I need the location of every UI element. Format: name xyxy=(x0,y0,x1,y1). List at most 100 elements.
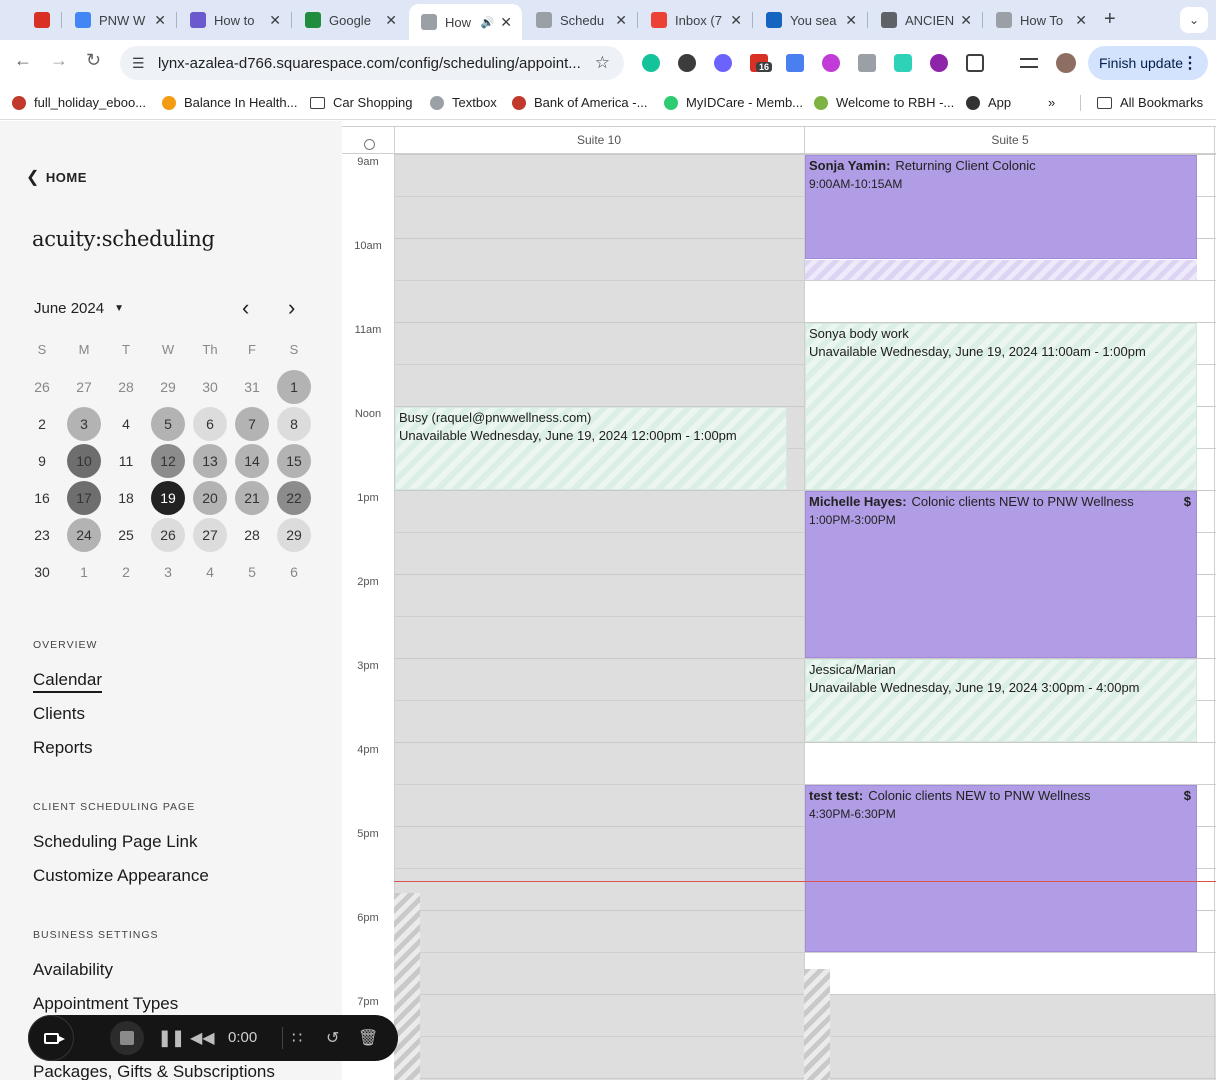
k-extension-icon[interactable] xyxy=(678,54,696,72)
rewind-icon[interactable]: ◀◀ xyxy=(190,1028,215,1048)
appointment-block[interactable]: Sonja Yamin: Returning Client Colonic 9:00… xyxy=(805,155,1197,259)
bookmark-star-icon[interactable]: ☆ xyxy=(595,53,610,73)
nav-availability[interactable]: Availability xyxy=(33,960,113,980)
back-icon[interactable]: ← xyxy=(14,50,32,71)
calendar-day[interactable]: 23 xyxy=(21,516,63,553)
browser-tab[interactable]: You sea ✕ xyxy=(754,6,867,34)
calendar-day[interactable]: 19 xyxy=(147,479,189,516)
home-link[interactable]: ❮ HOME xyxy=(26,167,87,187)
tab-close-icon[interactable]: ✕ xyxy=(1075,12,1087,29)
tab-close-icon[interactable]: ✕ xyxy=(730,12,742,29)
bookmark-item[interactable]: MyIDCare - Memb... xyxy=(664,95,803,110)
calendar-day[interactable]: 8 xyxy=(273,405,315,442)
bookmark-item[interactable]: Textbox xyxy=(430,95,497,110)
calendar-day[interactable]: 10 xyxy=(63,442,105,479)
flower-extension-icon[interactable] xyxy=(714,54,732,72)
stop-recording-button[interactable] xyxy=(110,1021,144,1055)
calendar-day[interactable]: 26 xyxy=(21,368,63,405)
more-vert-icon[interactable]: ⋮ xyxy=(1182,53,1198,73)
column-header-suite-10[interactable]: Suite 10 xyxy=(394,126,804,154)
forward-icon[interactable]: → xyxy=(50,50,68,71)
nav-customize-appearance[interactable]: Customize Appearance xyxy=(33,866,209,886)
site-settings-icon[interactable]: ☰ xyxy=(132,55,154,72)
calendar-day[interactable]: 5 xyxy=(231,553,273,590)
prev-month-icon[interactable]: ‹ xyxy=(242,295,249,321)
reload-icon[interactable]: ↻ xyxy=(86,50,101,71)
month-picker[interactable]: June 2024 ▼ xyxy=(34,300,124,317)
browser-tab[interactable]: How To ✕ xyxy=(984,6,1097,34)
calendar-day[interactable]: 22 xyxy=(273,479,315,516)
more-bookmarks-chevron-icon[interactable]: » xyxy=(1048,95,1055,110)
bookmark-item[interactable]: full_holiday_eboo... xyxy=(12,95,146,110)
calendar-day[interactable]: 30 xyxy=(189,368,231,405)
calendar-day[interactable]: 9 xyxy=(21,442,63,479)
calendar-day[interactable]: 1 xyxy=(63,553,105,590)
browser-tab[interactable]: Inbox (7 ✕ xyxy=(639,6,752,34)
next-month-icon[interactable]: › xyxy=(288,295,295,321)
calendar-day[interactable]: 18 xyxy=(105,479,147,516)
calendar-day[interactable]: 21 xyxy=(231,479,273,516)
tab-close-icon[interactable]: ✕ xyxy=(269,12,281,29)
appointment-block[interactable]: Michelle Hayes: Colonic clients NEW to PN… xyxy=(805,491,1197,658)
calendar-day[interactable]: 5 xyxy=(147,405,189,442)
calendar-day[interactable]: 28 xyxy=(231,516,273,553)
bookmark-item[interactable]: Balance In Health... xyxy=(162,95,297,110)
restart-icon[interactable]: ↺ xyxy=(326,1028,339,1048)
bookmark-item[interactable]: Welcome to RBH -... xyxy=(814,95,954,110)
calendar-day[interactable]: 2 xyxy=(105,553,147,590)
calendar-day[interactable]: 12 xyxy=(147,442,189,479)
grammarly-extension-icon[interactable] xyxy=(642,54,660,72)
calendar-day[interactable]: 6 xyxy=(189,405,231,442)
nav-calendar[interactable]: Calendar xyxy=(33,670,102,693)
tab-close-icon[interactable]: ✕ xyxy=(615,12,627,29)
tab-close-icon[interactable]: ✕ xyxy=(845,12,857,29)
blocked-time[interactable]: Sonya body work Unavailable Wednesday, Ju… xyxy=(805,323,1197,490)
calendar-day[interactable]: 13 xyxy=(189,442,231,479)
blocked-time[interactable]: Busy (raquel@pnwwellness.com) Unavailable… xyxy=(395,407,787,490)
calendar-day[interactable]: 14 xyxy=(231,442,273,479)
calendar-day[interactable]: 4 xyxy=(189,553,231,590)
browser-tab[interactable]: How 🔊 ✕ xyxy=(409,4,522,40)
bookmark-item[interactable]: Car Shopping xyxy=(310,95,413,110)
bookmark-item[interactable]: App xyxy=(966,95,1011,110)
calendar-day[interactable]: 29 xyxy=(147,368,189,405)
finish-update-button[interactable]: Finish update ⋮ xyxy=(1088,46,1208,80)
camera-extension-icon[interactable] xyxy=(858,54,876,72)
browser-tab[interactable]: ANCIEN ✕ xyxy=(869,6,982,34)
browser-tab[interactable]: Schedu ✕ xyxy=(524,6,637,34)
heart-extension-icon[interactable] xyxy=(894,54,912,72)
calendar-day[interactable]: 16 xyxy=(21,479,63,516)
appointment-block[interactable]: test test: Colonic clients NEW to PNW Wel… xyxy=(805,785,1197,952)
calendar-day[interactable]: 1 xyxy=(273,368,315,405)
bookmark-item[interactable]: Bank of America -... xyxy=(512,95,647,110)
calendar-day[interactable]: 31 xyxy=(231,368,273,405)
blocked-time[interactable]: Jessica/Marian Unavailable Wednesday, Jun… xyxy=(805,659,1197,742)
extensions-puzzle-icon[interactable] xyxy=(966,54,984,72)
camera-toggle-button[interactable] xyxy=(28,1015,74,1061)
tab-close-icon[interactable]: ✕ xyxy=(385,12,397,29)
tab-close-icon[interactable]: ✕ xyxy=(154,12,166,29)
browser-tab[interactable]: Google ✕ xyxy=(293,6,407,34)
profile-avatar[interactable] xyxy=(1056,53,1076,73)
calendar-day[interactable]: 27 xyxy=(63,368,105,405)
calendar-day[interactable]: 17 xyxy=(63,479,105,516)
calendar-day[interactable]: 6 xyxy=(273,553,315,590)
column-header-suite-5[interactable]: Suite 5 xyxy=(804,126,1216,154)
calendar-day[interactable]: 30 xyxy=(21,553,63,590)
browser-tab[interactable]: PNW W ✕ xyxy=(63,6,176,34)
calendar-day[interactable]: 15 xyxy=(273,442,315,479)
grid-dots-icon[interactable]: ∷ xyxy=(292,1028,302,1048)
calendar-day[interactable]: 29 xyxy=(273,516,315,553)
new-tab-button[interactable]: + xyxy=(1104,8,1116,31)
trash-icon[interactable]: 🗑 xyxy=(358,1028,378,1048)
calendar-day[interactable]: 3 xyxy=(147,553,189,590)
calendar-day[interactable]: 2 xyxy=(21,405,63,442)
tab-close-icon[interactable]: ✕ xyxy=(960,12,972,29)
nav-scheduling-page-link[interactable]: Scheduling Page Link xyxy=(33,832,197,852)
tab-search-button[interactable]: ⌄ xyxy=(1180,7,1208,33)
nav-appointment-types[interactable]: Appointment Types xyxy=(33,994,178,1014)
speaker-icon[interactable]: 🔊 xyxy=(481,16,495,29)
calendar-day[interactable]: 4 xyxy=(105,405,147,442)
violet-extension-icon[interactable] xyxy=(930,54,948,72)
nav-clients[interactable]: Clients xyxy=(33,704,85,724)
